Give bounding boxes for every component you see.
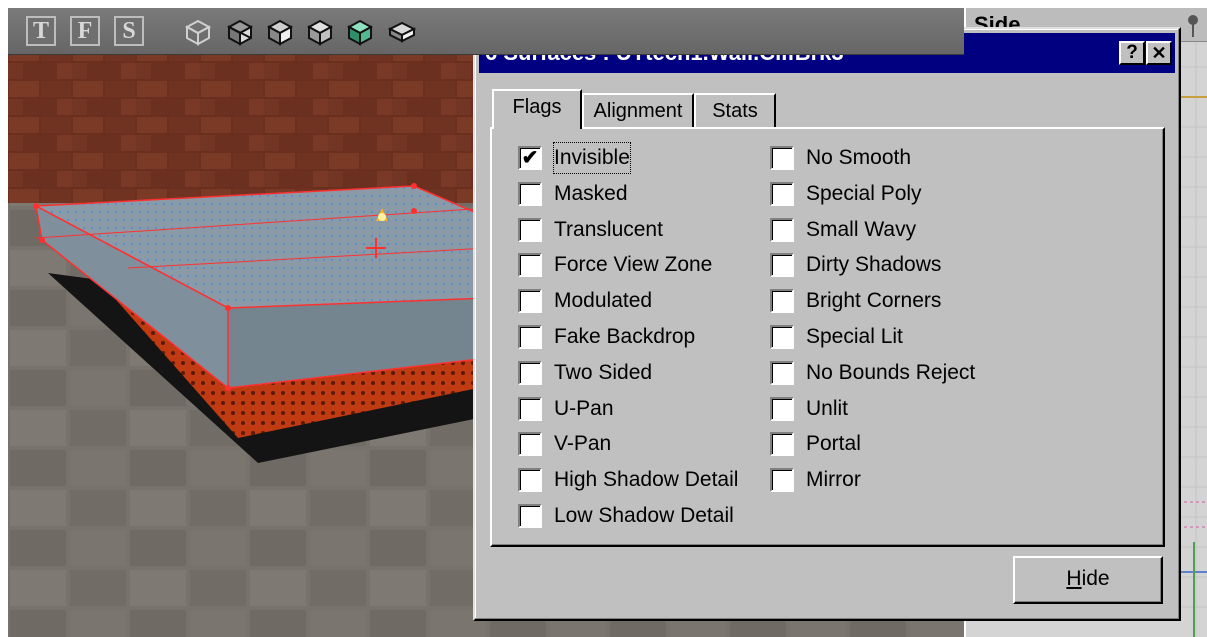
- flag-checkbox[interactable]: [518, 432, 542, 457]
- flag-label: Special Poly: [806, 181, 922, 205]
- flag-checkbox[interactable]: [518, 181, 542, 206]
- flag-checkbox[interactable]: [770, 253, 794, 278]
- help-button[interactable]: ?: [1119, 41, 1145, 65]
- flag-label: Force View Zone: [554, 253, 713, 277]
- flag-label: Bright Corners: [806, 289, 942, 313]
- tab-stats[interactable]: Stats: [694, 93, 776, 127]
- front-view-button[interactable]: F: [70, 16, 100, 46]
- flag-checkbox[interactable]: [770, 146, 794, 170]
- flag-label: Unlit: [806, 396, 849, 420]
- flag-label: Dirty Shadows: [806, 253, 942, 277]
- flag-checkbox[interactable]: [518, 289, 542, 314]
- flag-label: Fake Backdrop: [554, 325, 696, 348]
- flag-checkbox[interactable]: [518, 217, 542, 242]
- flag-checkbox[interactable]: [770, 289, 794, 314]
- tab-flags[interactable]: Flags: [492, 89, 582, 129]
- flag-label: No Smooth: [806, 146, 912, 169]
- flag-checkbox[interactable]: [770, 325, 794, 349]
- flag-checkbox[interactable]: [518, 325, 542, 349]
- hide-button[interactable]: Hide: [1013, 556, 1163, 604]
- flag-checkbox[interactable]: [770, 217, 794, 242]
- textured-cube-icon[interactable]: [306, 18, 334, 46]
- flags-panel: ✔ Invisible Masked Translucent Force View Zo…: [490, 127, 1165, 547]
- flag-checkbox[interactable]: [770, 432, 794, 457]
- flag-checkbox[interactable]: [518, 253, 542, 278]
- flag-label: U-Pan: [554, 396, 614, 420]
- flag-label: Small Wavy: [806, 217, 917, 241]
- flag-label: Low Shadow Detail: [554, 504, 734, 527]
- close-button[interactable]: ✕: [1146, 41, 1172, 65]
- flag-label: Translucent: [554, 217, 663, 241]
- flag-label: Two Sided: [554, 360, 653, 384]
- flag-label: Modulated: [554, 289, 653, 313]
- lit-cube-icon[interactable]: [346, 18, 374, 46]
- flag-checkbox[interactable]: [518, 396, 542, 421]
- top-view-button[interactable]: T: [26, 16, 56, 46]
- viewport-toolbar: T F S: [8, 8, 964, 55]
- flag-label: V-Pan: [554, 432, 612, 456]
- flag-label: Invisible: [553, 142, 631, 174]
- flag-checkbox[interactable]: [518, 468, 542, 493]
- flag-checkbox[interactable]: [518, 504, 542, 528]
- flag-label: Mirror: [806, 468, 861, 492]
- wireframe-cube-icon[interactable]: [184, 18, 212, 46]
- flag-checkbox[interactable]: [770, 181, 794, 206]
- flag-checkbox[interactable]: [770, 396, 794, 421]
- surface-properties-dialog: 6 Surfaces : UTtech1.Wall.ClifBrk3 ? ✕ F…: [473, 27, 1181, 621]
- zone-cube-icon[interactable]: [266, 18, 294, 46]
- flag-label: Masked: [554, 181, 628, 205]
- flag-checkbox[interactable]: [770, 468, 794, 493]
- flat-cube-icon[interactable]: [388, 18, 416, 46]
- tab-alignment[interactable]: Alignment: [582, 93, 694, 127]
- flag-checkbox[interactable]: ✔: [518, 146, 542, 170]
- brush-cube-icon[interactable]: [226, 18, 254, 46]
- pin-icon[interactable]: [1185, 14, 1201, 38]
- flag-checkbox[interactable]: [518, 360, 542, 385]
- flag-checkbox[interactable]: [770, 360, 794, 385]
- flag-label: High Shadow Detail: [554, 468, 739, 492]
- hide-label: ide: [1081, 567, 1110, 590]
- hide-accelerator: H: [1066, 567, 1082, 590]
- flag-label: Special Lit: [806, 325, 903, 348]
- flag-label: Portal: [806, 432, 861, 456]
- side-view-button[interactable]: S: [114, 16, 144, 46]
- flag-label: No Bounds Reject: [806, 360, 976, 384]
